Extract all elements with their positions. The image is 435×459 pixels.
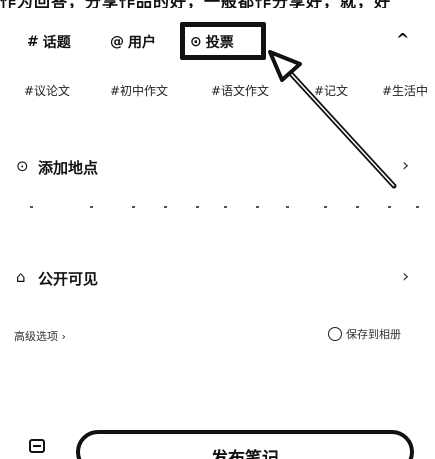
insert-toolbar: # 话题 @ 用户 ⊙ 投票 ^: [0, 22, 435, 62]
hash-icon: #: [27, 34, 39, 50]
save-to-album-toggle[interactable]: 保存到相册: [328, 326, 401, 342]
location-suggestions-strip: [24, 206, 434, 212]
visibility-label: 公开可见: [38, 270, 99, 288]
annotation-arrow: [268, 50, 397, 189]
location-pin-icon: ⊙: [16, 157, 29, 175]
add-location-label: 添加地点: [38, 159, 99, 177]
tag-item[interactable]: #初中作文: [110, 82, 168, 99]
mention-user-button[interactable]: @ 用户: [110, 28, 156, 56]
tag-item[interactable]: #议论文: [24, 82, 70, 99]
radio-circle-icon: [328, 327, 342, 341]
tag-item[interactable]: #生活中: [382, 82, 428, 99]
vote-icon: ⊙: [190, 34, 202, 50]
chevron-right-icon: ›: [402, 155, 410, 176]
publish-button[interactable]: 发布笔记: [76, 430, 414, 459]
vote-button[interactable]: ⊙ 投票: [190, 28, 234, 56]
top-clipped-text: 作为回答，分享作品的好，一般都作分享好，就，好: [0, 0, 435, 8]
tag-item[interactable]: #语文作文: [211, 82, 269, 99]
advanced-options-link[interactable]: 高级选项 ›: [14, 328, 66, 344]
options-row: 高级选项 › 保存到相册: [0, 326, 435, 346]
at-icon: @: [110, 34, 124, 50]
chevron-right-icon: ›: [402, 266, 410, 287]
tag-item[interactable]: #记文: [314, 82, 348, 99]
visibility-row[interactable]: ⌂ 公开可见 ›: [0, 263, 435, 293]
topic-label: 话题: [42, 35, 71, 51]
publish-label: 发布笔记: [211, 449, 279, 459]
vote-label: 投票: [205, 35, 234, 51]
save-album-label: 保存到相册: [346, 328, 401, 341]
bottom-bar: 发布笔记: [0, 430, 435, 459]
add-location-row[interactable]: ⊙ 添加地点 ›: [0, 152, 435, 182]
drafts-box-icon[interactable]: [29, 439, 45, 453]
user-label: 用户: [128, 35, 156, 51]
topic-button[interactable]: # 话题: [27, 28, 71, 56]
collapse-chevron-icon[interactable]: ^: [396, 30, 409, 49]
suggested-tags: #议论文 #初中作文 #语文作文 #记文 #生活中: [0, 82, 435, 104]
lock-icon: ⌂: [16, 268, 26, 286]
